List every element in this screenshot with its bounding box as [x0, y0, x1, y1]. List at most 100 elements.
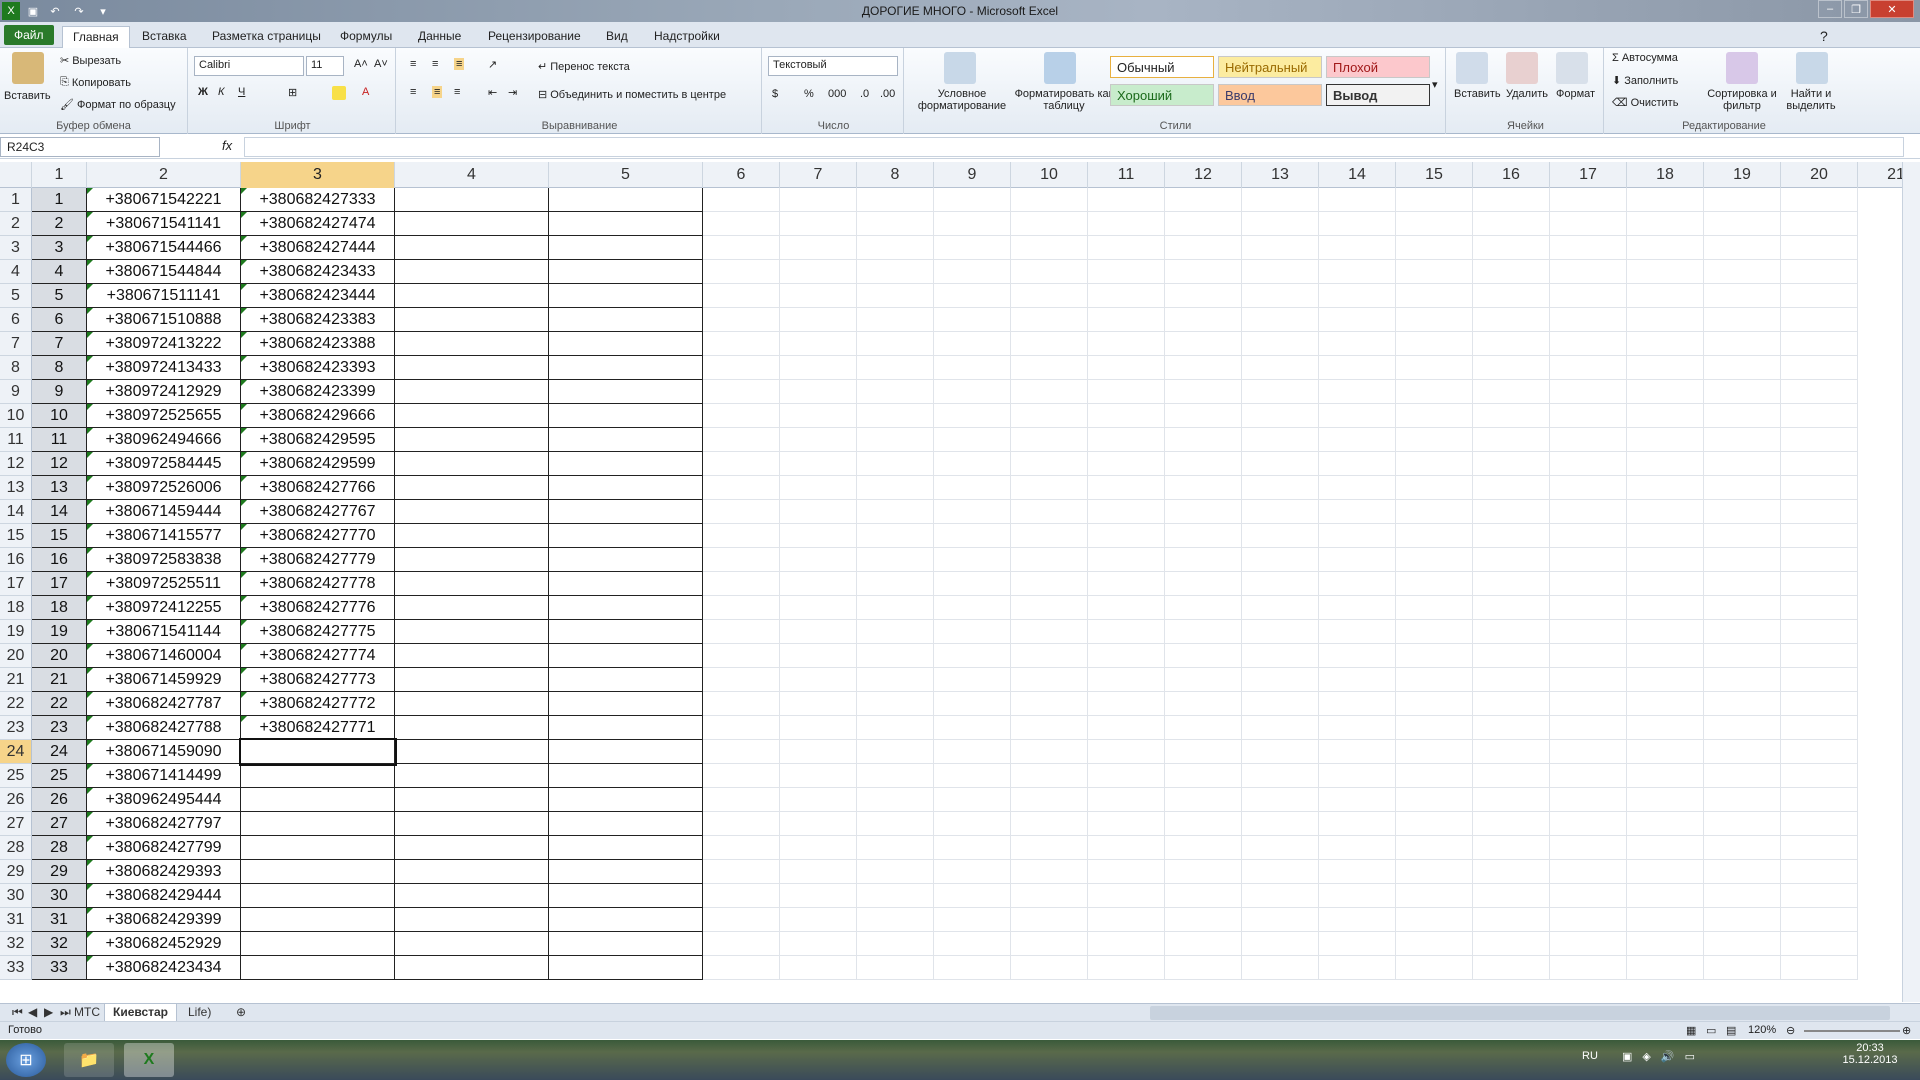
table-cell[interactable]	[1011, 524, 1088, 548]
table-cell[interactable]	[780, 908, 857, 932]
table-cell[interactable]	[1396, 404, 1473, 428]
orientation-icon[interactable]: ↗	[488, 58, 497, 71]
table-cell[interactable]	[549, 260, 703, 284]
table-cell[interactable]	[1165, 380, 1242, 404]
table-cell[interactable]	[1242, 380, 1319, 404]
table-cell[interactable]	[1319, 836, 1396, 860]
table-cell[interactable]	[1011, 260, 1088, 284]
table-cell[interactable]	[549, 356, 703, 380]
table-cell[interactable]	[703, 260, 780, 284]
table-cell[interactable]: 33	[32, 956, 87, 980]
style-input[interactable]: Ввод	[1218, 84, 1322, 106]
table-cell[interactable]	[1011, 284, 1088, 308]
table-cell[interactable]	[857, 932, 934, 956]
table-cell[interactable]	[703, 932, 780, 956]
table-cell[interactable]	[549, 668, 703, 692]
table-cell[interactable]	[395, 836, 549, 860]
table-cell[interactable]	[1550, 500, 1627, 524]
table-cell[interactable]	[1165, 812, 1242, 836]
battery-icon[interactable]: ▭	[1685, 1050, 1695, 1063]
table-cell[interactable]: +380972412255	[87, 596, 241, 620]
table-cell[interactable]	[1704, 188, 1781, 212]
table-cell[interactable]	[241, 764, 395, 788]
table-cell[interactable]	[1627, 356, 1704, 380]
table-cell[interactable]	[1627, 548, 1704, 572]
tab-home[interactable]: Главная	[62, 26, 130, 49]
table-cell[interactable]	[1319, 428, 1396, 452]
network-icon[interactable]: ▣	[1622, 1050, 1632, 1063]
table-cell[interactable]	[703, 476, 780, 500]
table-cell[interactable]	[1704, 428, 1781, 452]
table-cell[interactable]	[1242, 884, 1319, 908]
table-cell[interactable]	[1550, 620, 1627, 644]
table-cell[interactable]	[780, 212, 857, 236]
table-cell[interactable]	[1550, 404, 1627, 428]
table-cell[interactable]	[1704, 932, 1781, 956]
table-cell[interactable]	[549, 884, 703, 908]
table-cell[interactable]	[1165, 644, 1242, 668]
table-cell[interactable]	[395, 524, 549, 548]
table-cell[interactable]	[1627, 908, 1704, 932]
table-cell[interactable]: 10	[32, 404, 87, 428]
table-cell[interactable]	[934, 212, 1011, 236]
table-cell[interactable]	[1088, 236, 1165, 260]
table-cell[interactable]	[1781, 284, 1858, 308]
table-cell[interactable]	[1704, 764, 1781, 788]
normal-view-icon[interactable]: ▦	[1686, 1024, 1696, 1037]
table-cell[interactable]	[1627, 836, 1704, 860]
table-cell[interactable]	[1704, 620, 1781, 644]
table-cell[interactable]	[1396, 764, 1473, 788]
clock[interactable]: 20:33 15.12.2013	[1840, 1042, 1900, 1066]
table-cell[interactable]	[1011, 428, 1088, 452]
table-cell[interactable]	[1242, 476, 1319, 500]
table-cell[interactable]	[1473, 500, 1550, 524]
table-cell[interactable]	[1473, 692, 1550, 716]
close-button[interactable]: ✕	[1870, 0, 1914, 18]
table-cell[interactable]	[1396, 572, 1473, 596]
table-cell[interactable]	[857, 428, 934, 452]
autosum-button[interactable]: Σ Автосумма	[1612, 52, 1678, 64]
table-cell[interactable]	[1088, 788, 1165, 812]
table-cell[interactable]	[1550, 236, 1627, 260]
table-cell[interactable]	[1550, 812, 1627, 836]
table-cell[interactable]	[1319, 308, 1396, 332]
table-cell[interactable]	[1781, 188, 1858, 212]
table-cell[interactable]	[1704, 716, 1781, 740]
table-cell[interactable]	[395, 284, 549, 308]
table-cell[interactable]	[549, 572, 703, 596]
paste-button[interactable]: Вставить	[4, 90, 51, 102]
table-cell[interactable]	[395, 356, 549, 380]
table-cell[interactable]	[780, 380, 857, 404]
table-cell[interactable]	[857, 836, 934, 860]
table-cell[interactable]	[1627, 956, 1704, 980]
table-cell[interactable]: +380671541144	[87, 620, 241, 644]
table-cell[interactable]	[1550, 524, 1627, 548]
format-table-icon[interactable]	[1044, 52, 1076, 84]
table-cell[interactable]	[1165, 332, 1242, 356]
format-table-button[interactable]: Форматировать как таблицу	[1014, 88, 1114, 112]
table-cell[interactable]	[1704, 812, 1781, 836]
column-header[interactable]: 10	[1011, 162, 1088, 188]
table-cell[interactable]	[1011, 476, 1088, 500]
language-indicator[interactable]: RU	[1582, 1050, 1598, 1062]
table-cell[interactable]	[1319, 668, 1396, 692]
table-cell[interactable]	[1088, 404, 1165, 428]
table-cell[interactable]	[934, 356, 1011, 380]
table-cell[interactable]	[549, 620, 703, 644]
table-cell[interactable]	[1011, 884, 1088, 908]
row-header[interactable]: 23	[0, 716, 32, 740]
style-neutral[interactable]: Нейтральный	[1218, 56, 1322, 78]
table-cell[interactable]	[1550, 740, 1627, 764]
table-cell[interactable]	[1627, 620, 1704, 644]
table-cell[interactable]	[1473, 284, 1550, 308]
table-cell[interactable]	[1242, 644, 1319, 668]
row-header[interactable]: 11	[0, 428, 32, 452]
table-cell[interactable]	[1550, 212, 1627, 236]
table-cell[interactable]	[1473, 620, 1550, 644]
table-cell[interactable]	[934, 308, 1011, 332]
table-cell[interactable]	[1473, 884, 1550, 908]
table-cell[interactable]	[934, 860, 1011, 884]
table-cell[interactable]	[395, 188, 549, 212]
table-cell[interactable]	[395, 236, 549, 260]
table-cell[interactable]	[1396, 620, 1473, 644]
